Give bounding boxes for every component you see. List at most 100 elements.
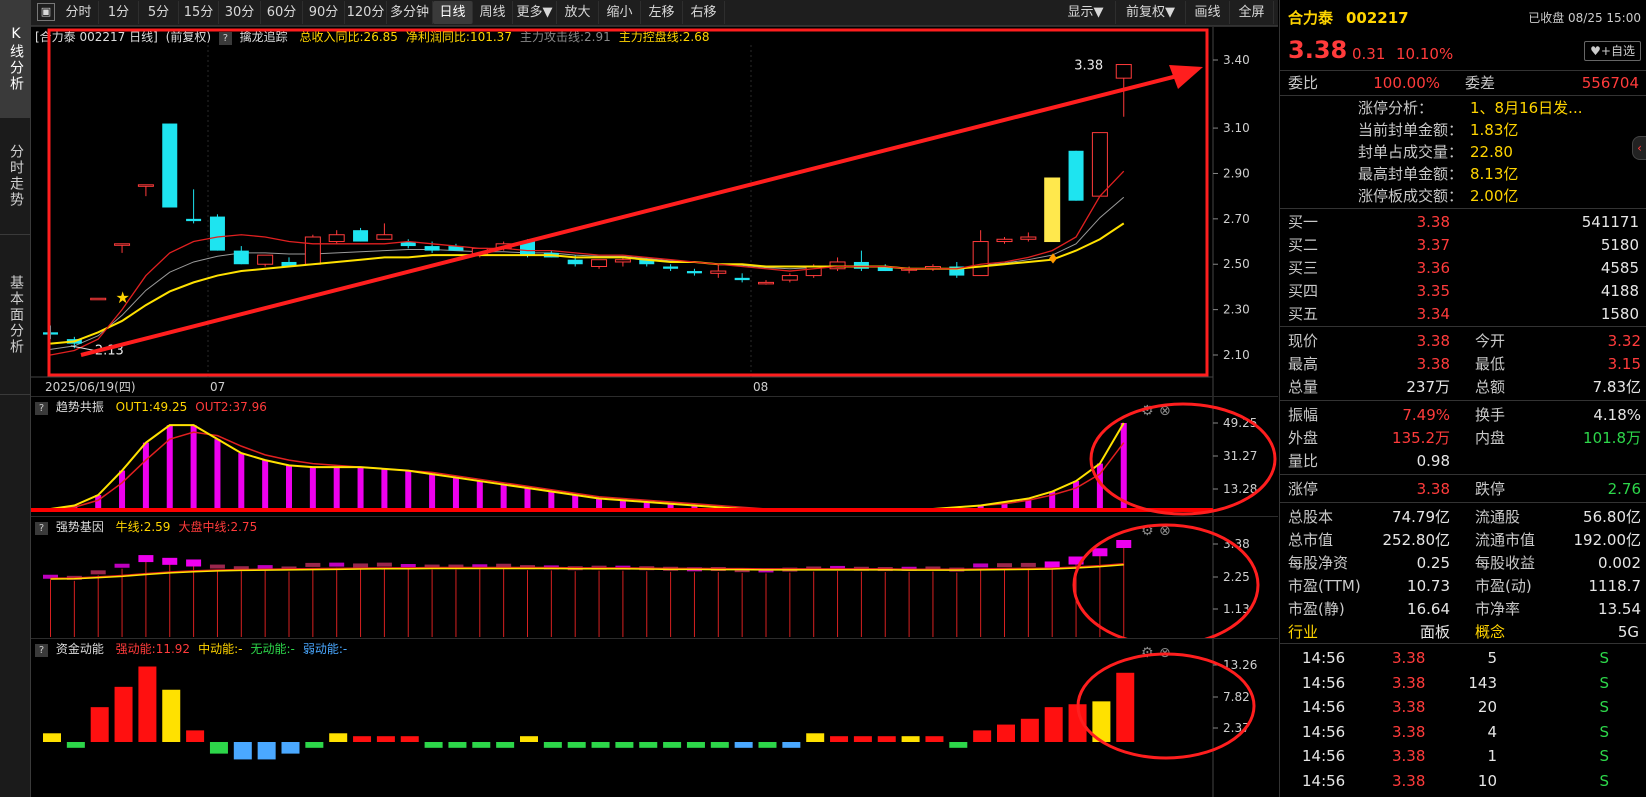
fund-bar [448, 742, 467, 748]
concept-value[interactable]: 5G [1618, 620, 1639, 644]
gene-bar [90, 570, 106, 575]
tick-side: S [1599, 649, 1609, 667]
gear-icon[interactable]: ⚙ [1141, 645, 1154, 661]
candle-body [1091, 132, 1108, 197]
toolbar-btn-10[interactable]: 周线 [473, 1, 513, 24]
limit-value: 2.00亿 [1470, 187, 1519, 205]
tick-price: 3.38 [1392, 698, 1426, 716]
field-value: 3.32 [1607, 332, 1641, 350]
chart-menu-icon[interactable]: ▣ [37, 3, 55, 21]
bid-row[interactable]: 买一 3.38 541171 [1280, 210, 1646, 234]
gene-panel[interactable]: ? 强势基因 牛线:2.59 大盘中线:2.75 3.38 2.25 1.13 ⚙ ⊗ [31, 516, 1278, 638]
toolbar-btn-6[interactable]: 90分 [303, 1, 345, 24]
tick-row: 14:56 3.38 10 S [1280, 769, 1646, 793]
fund-bar [901, 736, 920, 742]
y-tick-label: 2.90 [1223, 166, 1250, 180]
bid-row[interactable]: 买五 3.34 1580 [1280, 302, 1646, 326]
kline-panel[interactable]: [合力泰 002217 日线] (前复权) ? 擒龙追踪 总收入同比:26.85… [31, 26, 1278, 396]
concept-label: 概念 [1475, 623, 1506, 641]
field-value: 4.18% [1593, 406, 1641, 424]
trend-panel[interactable]: ? 趋势共振 OUT1:49.25 OUT2:37.96 49.25 31.27 13… [31, 396, 1278, 516]
toolbar-btn-13[interactable]: 缩小 [599, 1, 641, 24]
field-label: 市盈(静) [1288, 600, 1345, 618]
annotation-arrow-head [1169, 65, 1203, 89]
fundamental-row: 每股净资 0.25 每股收益 0.002 [1280, 551, 1646, 575]
weibi-value: 100.00% [1373, 74, 1440, 92]
toolbar-btn-2[interactable]: 5分 [139, 1, 179, 24]
tick-volume: 143 [1468, 673, 1497, 692]
bid-row[interactable]: 买二 3.37 5180 [1280, 233, 1646, 257]
toolbar-btn-7[interactable]: 120分 [345, 1, 387, 24]
toolbar-right-0[interactable]: 显示▼ [1056, 1, 1116, 24]
weibi-row: 委比 100.00% 委差 556704 [1280, 71, 1646, 95]
toolbar-btn-14[interactable]: 左移 [641, 1, 683, 24]
y-tick-label: 2.25 [1223, 570, 1250, 584]
gear-icon[interactable]: ⚙ [1141, 403, 1154, 419]
x-tick-label: 08 [753, 380, 768, 394]
toolbar-btn-5[interactable]: 60分 [261, 1, 303, 24]
field-value: 7.83亿 [1592, 378, 1641, 396]
tab-timeshare[interactable]: 分时走势 [0, 118, 31, 235]
toolbar-right-1[interactable]: 前复权▼ [1116, 1, 1186, 24]
tick-row: 14:56 3.38 5 S [1280, 646, 1646, 670]
toolbar-btn-8[interactable]: 多分钟 [387, 1, 433, 24]
gene-bar [353, 563, 369, 568]
toolbar-btn-4[interactable]: 30分 [219, 1, 261, 24]
trend-bar [95, 495, 102, 509]
gene-bar [1092, 548, 1108, 557]
candle-body [376, 234, 393, 240]
bid-row[interactable]: 买三 3.36 4585 [1280, 256, 1646, 280]
toolbar-btn-15[interactable]: 右移 [683, 1, 725, 24]
trend-bar [524, 488, 531, 509]
field-label: 量比 [1288, 452, 1319, 470]
stock-code: 002217 [1346, 9, 1409, 27]
field-value: 13.54 [1598, 600, 1641, 618]
field-label: 总股本 [1288, 508, 1334, 526]
limit-value: 8.13亿 [1470, 165, 1519, 183]
industry-row[interactable]: 行业 面板 概念 5G [1280, 620, 1646, 644]
bid-label: 买三 [1288, 259, 1319, 277]
toolbar-btn-0[interactable]: 分时 [59, 1, 99, 24]
limit-price-row: 涨停 3.38 跌停 2.76 [1280, 477, 1646, 501]
tick-time: 14:56 [1302, 747, 1346, 765]
toolbar-btn-9[interactable]: 日线 [433, 1, 473, 24]
price-pct: 10.10% [1396, 45, 1454, 63]
add-watchlist-button[interactable]: ♥+自选 [1584, 41, 1641, 61]
tick-volume: 10 [1477, 771, 1497, 790]
trend-bar [166, 425, 173, 509]
trend-bar [357, 467, 364, 509]
industry-value[interactable]: 面板 [1420, 620, 1450, 644]
field-label: 现价 [1288, 332, 1319, 350]
bid-row[interactable]: 买四 3.35 4188 [1280, 279, 1646, 303]
trend-bar [214, 439, 221, 509]
field-label: 内盘 [1475, 429, 1506, 447]
bid-volume: 541171 [1581, 213, 1639, 231]
field-label: 振幅 [1288, 406, 1319, 424]
trend-bar [1073, 481, 1080, 509]
toolbar-right-2[interactable]: 画线 [1186, 1, 1230, 24]
trend-bar [548, 491, 555, 509]
fund-bar [734, 742, 753, 748]
toolbar-btn-12[interactable]: 放大 [557, 1, 599, 24]
fund-panel[interactable]: ? 资金动能 强动能:11.92 中动能:- 无动能:- 弱动能:- 13.26 7.8… [31, 638, 1278, 797]
fund-bar [1044, 707, 1063, 742]
trend-bar [476, 481, 483, 509]
candle-body [614, 259, 631, 263]
fund-bar [520, 736, 538, 742]
field-label: 今开 [1475, 332, 1506, 350]
candle-body [1068, 150, 1084, 201]
tab-fundamentals[interactable]: 基本面分析 [0, 235, 31, 395]
toolbar-btn-3[interactable]: 15分 [179, 1, 219, 24]
toolbar-right-3[interactable]: 全屏 [1230, 1, 1274, 24]
trend-bar [190, 425, 197, 509]
stock-app: K线分析 分时走势 基本面分析 ▣ 分时 1分 5分 15分 30分 60分 90分 120分多… [0, 0, 1646, 797]
toolbar-btn-11[interactable]: 更多▼ [513, 1, 557, 24]
tab-kline[interactable]: K线分析 [0, 0, 31, 118]
tick-volume: 5 [1487, 649, 1497, 667]
collapse-arrow-icon[interactable]: ‹ [1632, 136, 1646, 160]
fund-bar [114, 686, 133, 742]
toolbar-btn-1[interactable]: 1分 [99, 1, 139, 24]
trend-bar [572, 495, 579, 509]
tick-time: 14:56 [1302, 673, 1346, 692]
fund-bar [973, 730, 992, 742]
